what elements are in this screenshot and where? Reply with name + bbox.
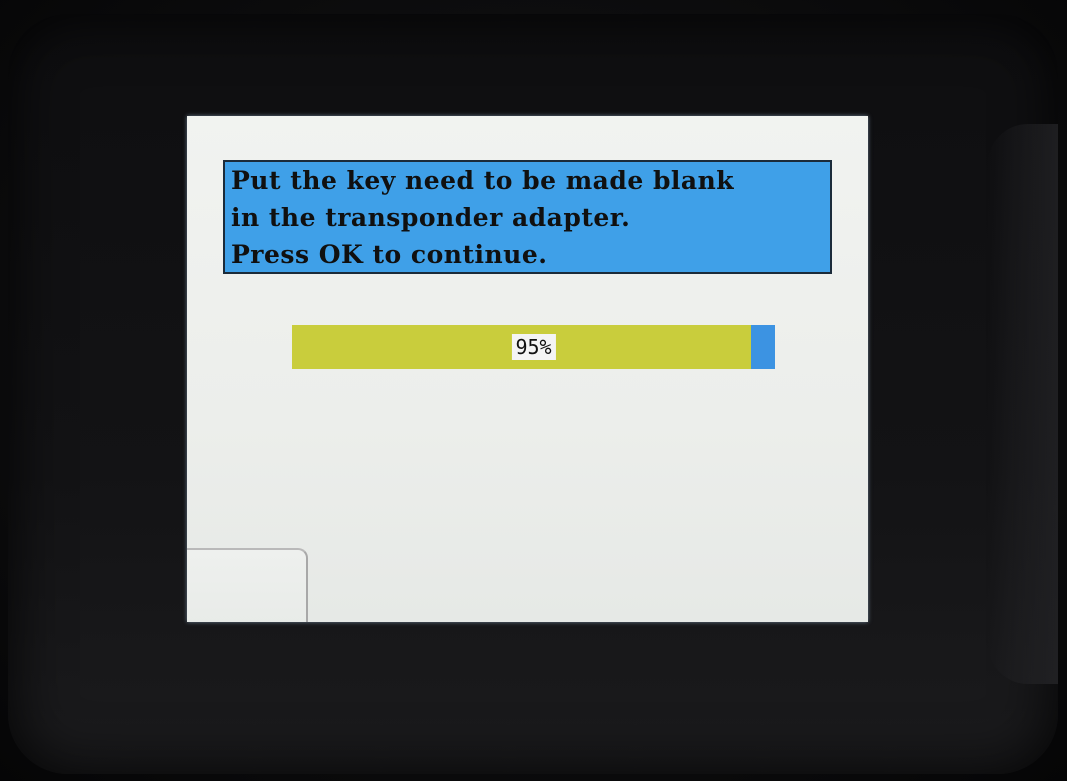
bezel-edge: [988, 124, 1058, 684]
progress-remainder: [750, 325, 775, 369]
instruction-message-box: Put the key need to be made blank in the…: [223, 160, 832, 274]
instruction-line-3: Press OK to continue.: [231, 240, 548, 269]
photo-frame: Put the key need to be made blank in the…: [0, 0, 1067, 781]
device-screen: Put the key need to be made blank in the…: [187, 116, 868, 622]
screen-protector-corner: [187, 548, 308, 622]
instruction-line-2: in the transponder adapter.: [231, 203, 631, 232]
instruction-line-1: Put the key need to be made blank: [231, 166, 735, 195]
progress-percent-label: 95%: [511, 334, 556, 360]
progress-bar: 95%: [292, 325, 775, 369]
